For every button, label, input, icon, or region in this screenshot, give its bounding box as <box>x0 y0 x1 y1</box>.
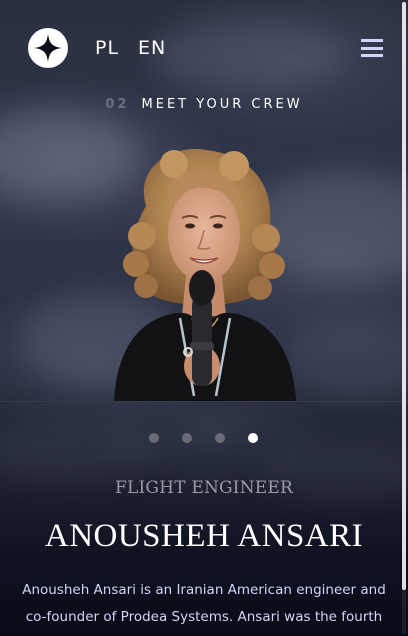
crew-portrait <box>84 146 324 402</box>
crew-carousel-dots <box>149 433 261 445</box>
site-header: PL EN <box>0 0 408 96</box>
crew-bio: Anousheh Ansari is an Iranian American e… <box>22 582 386 625</box>
page-scrollbar[interactable] <box>402 2 406 634</box>
carousel-dot[interactable] <box>182 433 192 443</box>
carousel-dot[interactable] <box>215 433 225 443</box>
lang-option-en[interactable]: EN <box>138 37 166 59</box>
lang-option-pl[interactable]: PL <box>95 37 119 59</box>
carousel-dot[interactable] <box>149 433 159 443</box>
crew-name: ANOUSHEH ANSARI <box>44 518 364 554</box>
carousel-dot[interactable] <box>248 433 258 443</box>
section-number: 02 <box>105 97 130 112</box>
crew-role: FLIGHT ENGINEER <box>114 478 294 498</box>
hamburger-menu-icon[interactable] <box>361 39 383 57</box>
portrait-divider <box>0 401 408 402</box>
star-logo-icon[interactable] <box>28 28 68 68</box>
section-heading: 02 MEET YOUR CREW <box>0 97 408 112</box>
scrollbar-thumb[interactable] <box>402 2 406 590</box>
section-title: MEET YOUR CREW <box>141 97 303 112</box>
